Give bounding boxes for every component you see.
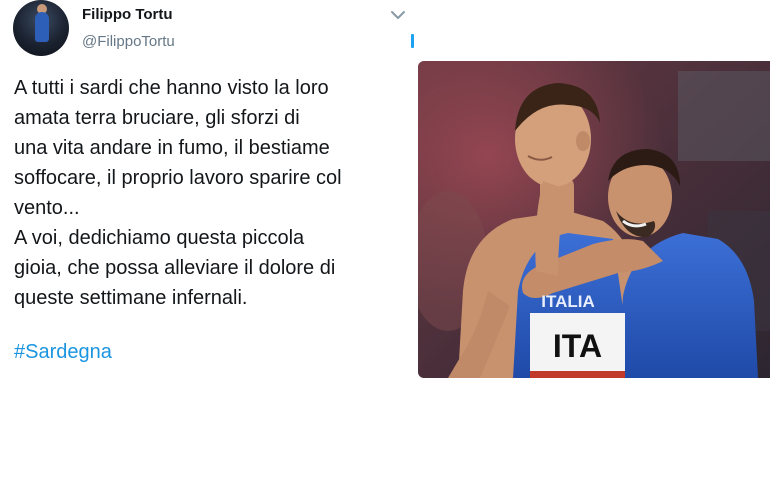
tweet-line: una vita andare in fumo, il bestiame	[14, 137, 330, 159]
user-handle[interactable]: @FilippoTortu	[82, 33, 175, 50]
tweet-photo[interactable]: ITA ITALIA	[418, 61, 770, 378]
athletes-photo: ITA ITALIA	[418, 61, 770, 378]
bib-text: ITA	[553, 328, 602, 364]
tweet-line: soffocare, il proprio lavoro sparire col	[14, 167, 342, 189]
jersey-text: ITALIA	[541, 292, 595, 311]
avatar[interactable]	[13, 0, 69, 56]
scroll-indicator	[411, 34, 414, 48]
tweet-line: A voi, dedichiamo questa piccola	[14, 227, 305, 249]
tweet-text: A tutti i sardi che hanno visto la loro …	[14, 73, 409, 313]
tweet-line: vento...	[14, 197, 80, 219]
hashtag-link[interactable]: #Sardegna	[14, 341, 112, 364]
tweet-card: Filippo Tortu @FilippoTortu A tutti i sa…	[0, 0, 770, 480]
tweet-line: amata terra bruciare, gli sforzi di	[14, 107, 300, 129]
avatar-figure-body	[35, 12, 49, 42]
tweet-line: queste settimane infernali.	[14, 287, 248, 309]
chevron-down-icon[interactable]	[389, 6, 407, 24]
tweet-line: gioia, che possa alleviare il dolore di	[14, 257, 336, 279]
tweet-line: A tutti i sardi che hanno visto la loro	[14, 77, 329, 99]
display-name[interactable]: Filippo Tortu	[82, 6, 173, 23]
